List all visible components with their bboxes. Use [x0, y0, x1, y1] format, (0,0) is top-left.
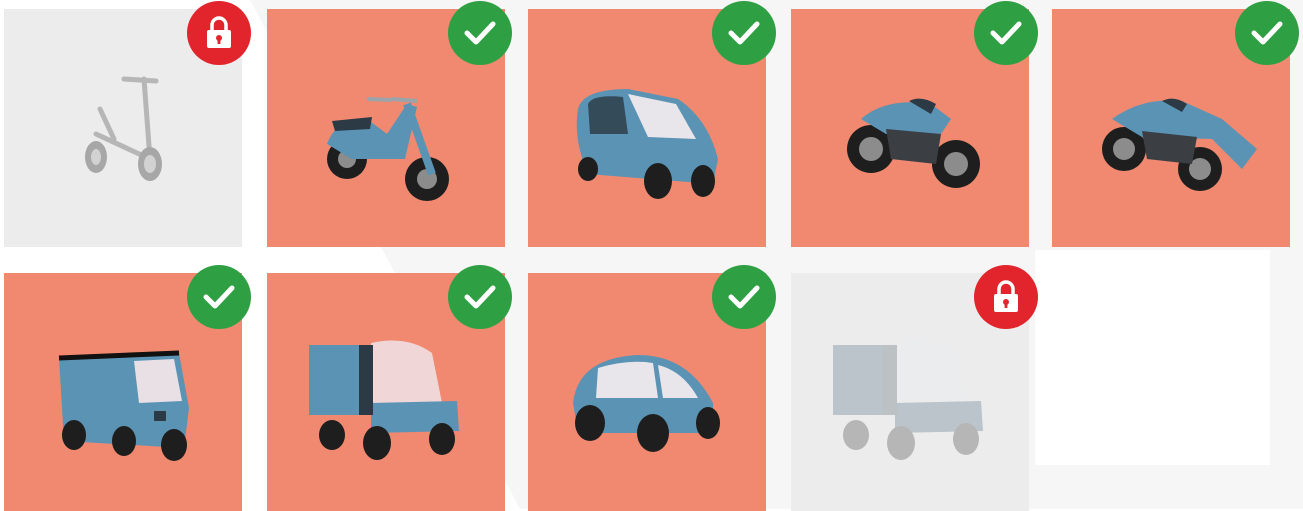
checkmark-icon	[464, 285, 496, 309]
vehicle-tile-enclosed-trike[interactable]	[528, 1, 776, 247]
vehicle-tile-moped-scooter[interactable]	[267, 1, 512, 247]
vehicle-tile-kick-scooter[interactable]	[4, 1, 251, 247]
checkmark-badge	[712, 265, 776, 329]
lock-icon	[994, 280, 1018, 312]
checkmark-badge	[187, 265, 251, 329]
checkmark-badge	[448, 265, 512, 329]
checkmark-badge	[1235, 1, 1299, 65]
vehicle-tile-cargo-van[interactable]	[4, 265, 251, 511]
lock-badge	[974, 265, 1038, 329]
checkmark-icon	[728, 21, 760, 45]
checkmark-badge	[974, 1, 1038, 65]
lock-icon	[207, 16, 231, 48]
checkmark-icon	[990, 21, 1022, 45]
checkmark-badge	[712, 1, 776, 65]
checkmark-icon	[1251, 21, 1283, 45]
vehicle-tile-faired-motorcycle[interactable]	[1052, 1, 1299, 247]
vehicle-tile-sport-motorcycle[interactable]	[791, 1, 1038, 247]
checkmark-badge	[448, 1, 512, 65]
vehicle-tile-micro-car[interactable]	[528, 265, 776, 511]
vehicle-tile-cargo-utility-vehicle[interactable]	[267, 265, 512, 511]
lock-badge	[187, 1, 251, 65]
vehicle-tile-cargo-utility-vehicle-locked[interactable]	[791, 265, 1038, 511]
checkmark-icon	[464, 21, 496, 45]
checkmark-icon	[203, 285, 235, 309]
checkmark-icon	[728, 285, 760, 309]
vehicle-grid	[0, 0, 1303, 511]
